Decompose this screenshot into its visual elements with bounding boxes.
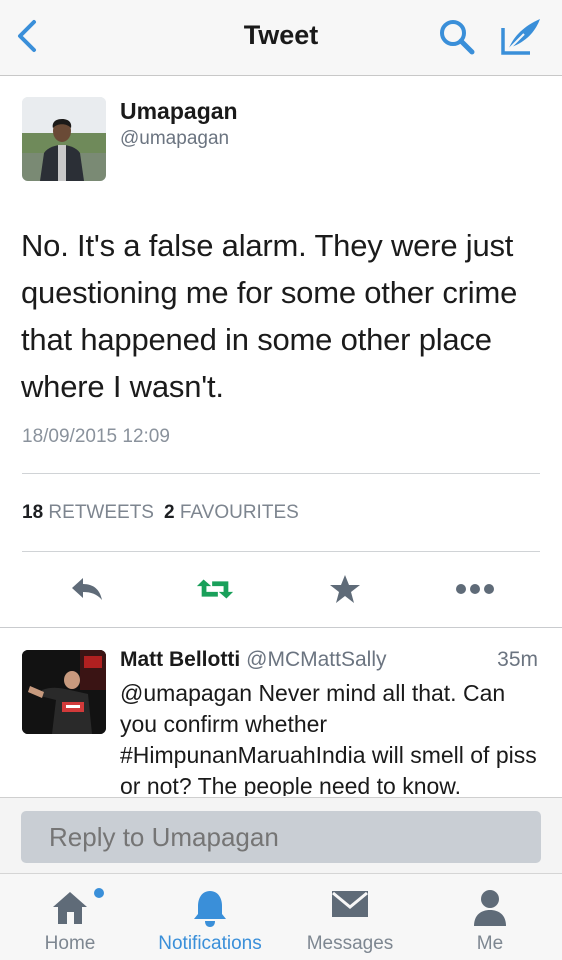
person-icon xyxy=(474,890,506,926)
reply-author-handle[interactable]: @MCMattSally xyxy=(246,648,386,671)
chevron-left-icon xyxy=(18,20,36,52)
tab-me[interactable]: Me xyxy=(442,874,538,960)
divider xyxy=(22,473,540,474)
compose-tweet-button[interactable] xyxy=(500,16,544,56)
retweets-stat[interactable]: 18 RETWEETS xyxy=(22,502,154,523)
reply-input[interactable] xyxy=(21,811,541,863)
tweet-stats: 18 RETWEETS 2 FAVOURITES xyxy=(22,502,299,524)
tab-label: Messages xyxy=(306,933,394,954)
reply-time: 35m xyxy=(497,648,538,671)
page-title: Tweet xyxy=(243,20,319,50)
reply-arrow-icon xyxy=(72,578,102,600)
home-icon xyxy=(53,892,87,924)
favourites-label: FAVOURITES xyxy=(179,502,299,523)
reply-text[interactable]: @umapagan Never mind all that. Can you c… xyxy=(120,678,548,796)
envelope-icon xyxy=(332,891,368,917)
retweets-label: RETWEETS xyxy=(48,502,154,523)
tab-label: Notifications xyxy=(158,933,262,954)
back-button[interactable] xyxy=(14,18,44,54)
search-icon xyxy=(440,20,475,55)
tweet-actions xyxy=(0,560,562,618)
tweet-text: No. It's a false alarm. They were just q… xyxy=(21,228,518,404)
tab-bar: Home Notifications Messages Me xyxy=(0,873,562,960)
reply-button[interactable] xyxy=(67,572,107,606)
compose-quill-icon xyxy=(501,19,540,55)
section-divider xyxy=(0,627,562,628)
favourites-stat[interactable]: 2 FAVOURITES xyxy=(164,502,299,523)
search-button[interactable] xyxy=(438,18,476,56)
profile-photo xyxy=(22,97,106,181)
retweets-count: 18 xyxy=(22,502,44,523)
tab-label: Me xyxy=(476,933,504,954)
author-handle[interactable]: @umapagan xyxy=(120,128,229,150)
reply-header: Matt Bellotti @MCMattSally 35m xyxy=(120,648,540,672)
bell-icon xyxy=(194,891,226,927)
favourites-count: 2 xyxy=(163,502,175,523)
reply-author-name[interactable]: Matt Bellotti xyxy=(120,648,240,671)
author-avatar[interactable] xyxy=(22,97,106,181)
divider xyxy=(22,551,540,552)
notification-dot xyxy=(94,888,104,898)
navigation-bar: Tweet xyxy=(0,0,562,76)
tweet-timestamp: 18/09/2015 12:09 xyxy=(22,426,170,447)
profile-photo xyxy=(22,650,106,734)
tab-home[interactable]: Home xyxy=(20,874,120,960)
more-dots-icon xyxy=(456,584,494,594)
author-name[interactable]: Umapagan xyxy=(120,98,238,125)
reply-bar xyxy=(0,797,562,873)
retweet-button[interactable] xyxy=(195,572,235,606)
more-options-button[interactable] xyxy=(455,572,495,606)
tab-notifications[interactable]: Notifications xyxy=(145,874,275,960)
retweet-icon xyxy=(196,579,234,599)
tab-label: Home xyxy=(44,933,96,954)
tab-messages[interactable]: Messages xyxy=(295,874,405,960)
reply-author-avatar[interactable] xyxy=(22,650,106,734)
favourite-button[interactable] xyxy=(325,572,365,606)
star-icon xyxy=(330,575,360,603)
